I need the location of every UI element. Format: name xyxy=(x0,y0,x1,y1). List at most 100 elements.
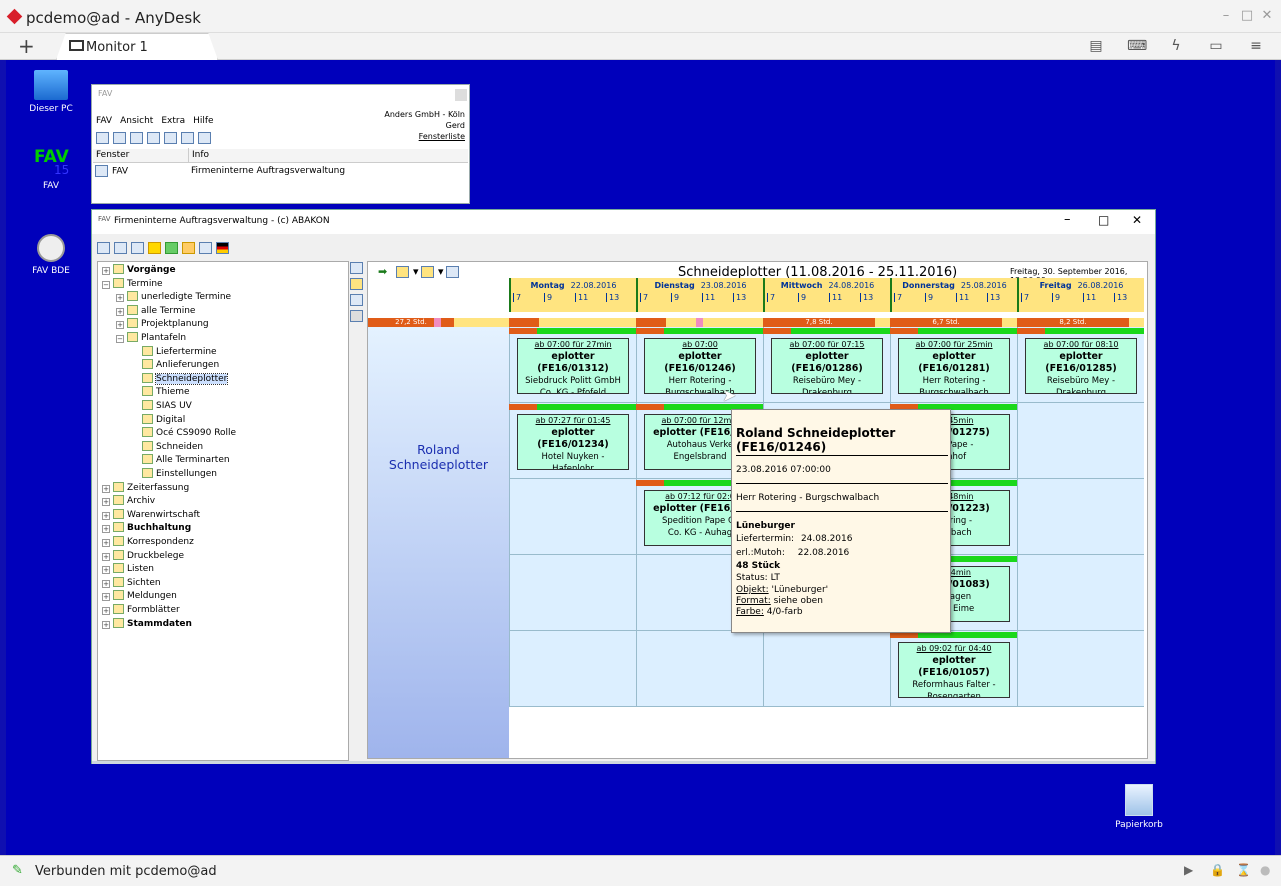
key-icon[interactable] xyxy=(182,242,195,254)
tree-icon[interactable] xyxy=(131,242,144,254)
note-icon[interactable] xyxy=(350,278,363,290)
plan-cell[interactable] xyxy=(1017,403,1144,479)
tree-item[interactable]: Anlieferungen xyxy=(130,359,219,372)
fav-main-window[interactable]: FAV Firmeninterne Auftragsverwaltung - (… xyxy=(91,209,1156,764)
tree-item[interactable]: + Vorgänge xyxy=(102,264,176,277)
minimize-icon[interactable]: – xyxy=(1064,212,1071,227)
save-icon[interactable] xyxy=(97,242,110,254)
close-icon[interactable] xyxy=(455,89,467,101)
tree-item[interactable]: + Korrespondenz xyxy=(102,536,194,549)
list-item[interactable]: FAV Firmeninterne Auftragsverwaltung xyxy=(95,165,465,177)
tree-item[interactable]: + Formblätter xyxy=(102,604,180,617)
close-icon[interactable]: ✕ xyxy=(1132,213,1142,227)
close-icon[interactable]: ✕ xyxy=(1260,9,1274,23)
plan-cell[interactable] xyxy=(509,555,636,631)
tree-item[interactable]: Digital xyxy=(130,413,185,427)
expand-icon[interactable]: + xyxy=(102,484,110,493)
tab-monitor-1[interactable]: Monitor 1 xyxy=(56,33,218,60)
expand-icon[interactable]: + xyxy=(102,607,110,615)
expand-icon[interactable]: + xyxy=(102,593,110,602)
appointment-card[interactable]: ab 07:00 für 08:10 eplotter (FE16/01285) R… xyxy=(1025,338,1137,394)
menu-hilfe[interactable]: Hilfe xyxy=(193,116,213,126)
maximize-icon[interactable]: □ xyxy=(1098,213,1109,227)
tree-item[interactable]: Thieme xyxy=(130,386,190,399)
desktop-icon-this-pc[interactable]: Dieser PC xyxy=(16,70,86,114)
expand-icon[interactable]: + xyxy=(102,579,110,588)
minimize-icon[interactable]: – xyxy=(1219,9,1233,23)
display-icon[interactable]: ▭ xyxy=(1207,37,1225,55)
grid-icon[interactable] xyxy=(350,294,363,306)
tree-item[interactable]: Liefertermine xyxy=(130,345,217,359)
tree-item[interactable]: + Stammdaten xyxy=(102,617,192,631)
save-icon[interactable] xyxy=(164,132,177,144)
appointment-card[interactable]: ab 07:00 eplotter (FE16/01246) Herr Roteri… xyxy=(644,338,756,394)
appointment-card[interactable]: ab 07:00 für 25min eplotter (FE16/01281) H… xyxy=(898,338,1010,394)
column-info[interactable]: Info xyxy=(192,150,209,160)
expand-icon[interactable]: + xyxy=(102,525,110,534)
tree-item[interactable]: + Druckbelege xyxy=(102,549,184,563)
plan-cell[interactable] xyxy=(509,631,636,707)
tree-item[interactable]: + alle Termine xyxy=(116,304,195,318)
appointment-card[interactable]: ab 09:02 für 04:40 eplotter (FE16/01057) R… xyxy=(898,642,1010,698)
expand-icon[interactable]: + xyxy=(116,307,124,316)
lock-icon[interactable]: 🔒 xyxy=(1210,863,1225,877)
tree-item[interactable]: Océ CS9090 Rolle xyxy=(130,427,236,440)
expand-icon[interactable]: + xyxy=(102,566,110,575)
appointment-card[interactable]: ab 07:27 für 01:45 eplotter (FE16/01234) H… xyxy=(517,414,629,470)
record-icon[interactable]: ▶ xyxy=(1184,863,1193,877)
tree-item[interactable]: + Archiv xyxy=(102,495,155,508)
tag-icon[interactable] xyxy=(350,310,363,322)
german-flag-icon[interactable] xyxy=(216,242,229,254)
plan-cell[interactable] xyxy=(1017,555,1144,631)
desktop-icon-fav[interactable]: FAV 15 FAV xyxy=(16,147,86,191)
plan-cell[interactable] xyxy=(763,631,890,707)
expand-icon[interactable]: + xyxy=(116,321,124,330)
help-icon[interactable] xyxy=(198,132,211,144)
range-icon[interactable]: ▾ xyxy=(421,265,444,278)
plan-cell[interactable] xyxy=(1017,479,1144,555)
column-window[interactable]: Fenster xyxy=(96,150,129,160)
toolbar-button-icon[interactable] xyxy=(113,132,126,144)
save-icon[interactable] xyxy=(446,265,463,278)
tree-item[interactable]: + Buchhaltung xyxy=(102,522,191,535)
appointment-card[interactable]: ab 07:00 für 07:15 eplotter (FE16/01286) R… xyxy=(771,338,883,394)
expand-icon[interactable]: + xyxy=(102,267,110,275)
expand-icon[interactable]: + xyxy=(102,511,110,520)
toolbar-button-icon[interactable] xyxy=(147,132,160,144)
fav-launcher-window[interactable]: FAV FAV Ansicht Extra Hilfe Anders GmbH - K… xyxy=(91,84,470,204)
tree-item[interactable]: + Meldungen xyxy=(102,590,177,603)
desktop-icon-recycle-bin[interactable]: Papierkorb xyxy=(1104,784,1174,830)
tree-item[interactable]: SIAS UV xyxy=(130,400,192,413)
plan-cell[interactable] xyxy=(636,631,763,707)
tree-item[interactable]: + unerledigte Termine xyxy=(116,291,231,304)
exit-icon[interactable] xyxy=(181,132,194,144)
star-icon[interactable] xyxy=(148,242,161,254)
menu-extra[interactable]: Extra xyxy=(161,116,185,126)
maximize-icon[interactable]: □ xyxy=(1240,9,1254,23)
menu-fav[interactable]: FAV xyxy=(96,116,112,126)
tree-item[interactable]: + Projektplanung xyxy=(116,318,209,331)
expand-icon[interactable]: + xyxy=(116,294,124,303)
filter-icon[interactable]: ▾ xyxy=(396,265,419,278)
desktop-icon-fav-bde[interactable]: FAV BDE xyxy=(16,234,86,276)
expand-icon[interactable]: + xyxy=(102,552,110,561)
display-icon[interactable] xyxy=(114,242,127,254)
action-icon[interactable]: ϟ xyxy=(1167,37,1185,55)
arrow-right-icon[interactable]: ➡ xyxy=(378,265,387,278)
toolbar-button-icon[interactable] xyxy=(96,132,109,144)
expand-icon[interactable]: + xyxy=(102,498,110,507)
pin-icon[interactable] xyxy=(165,242,178,254)
tree-item[interactable]: − Plantafeln xyxy=(116,332,186,345)
menu-ansicht[interactable]: Ansicht xyxy=(120,116,153,126)
users-icon[interactable] xyxy=(199,242,212,254)
tree-item[interactable]: − Termine xyxy=(102,277,163,291)
new-tab-icon[interactable]: + xyxy=(18,34,35,58)
tree-item[interactable]: Einstellungen xyxy=(130,468,217,481)
calendar-icon[interactable] xyxy=(350,262,363,274)
expand-icon[interactable]: + xyxy=(102,620,110,629)
toolbar-button-icon[interactable] xyxy=(130,132,143,144)
tree-item[interactable]: + Sichten xyxy=(102,576,161,590)
tree-item[interactable]: Alle Terminarten xyxy=(130,454,230,467)
tree-item[interactable]: + Zeiterfassung xyxy=(102,481,189,495)
plan-cell[interactable] xyxy=(1017,631,1144,707)
